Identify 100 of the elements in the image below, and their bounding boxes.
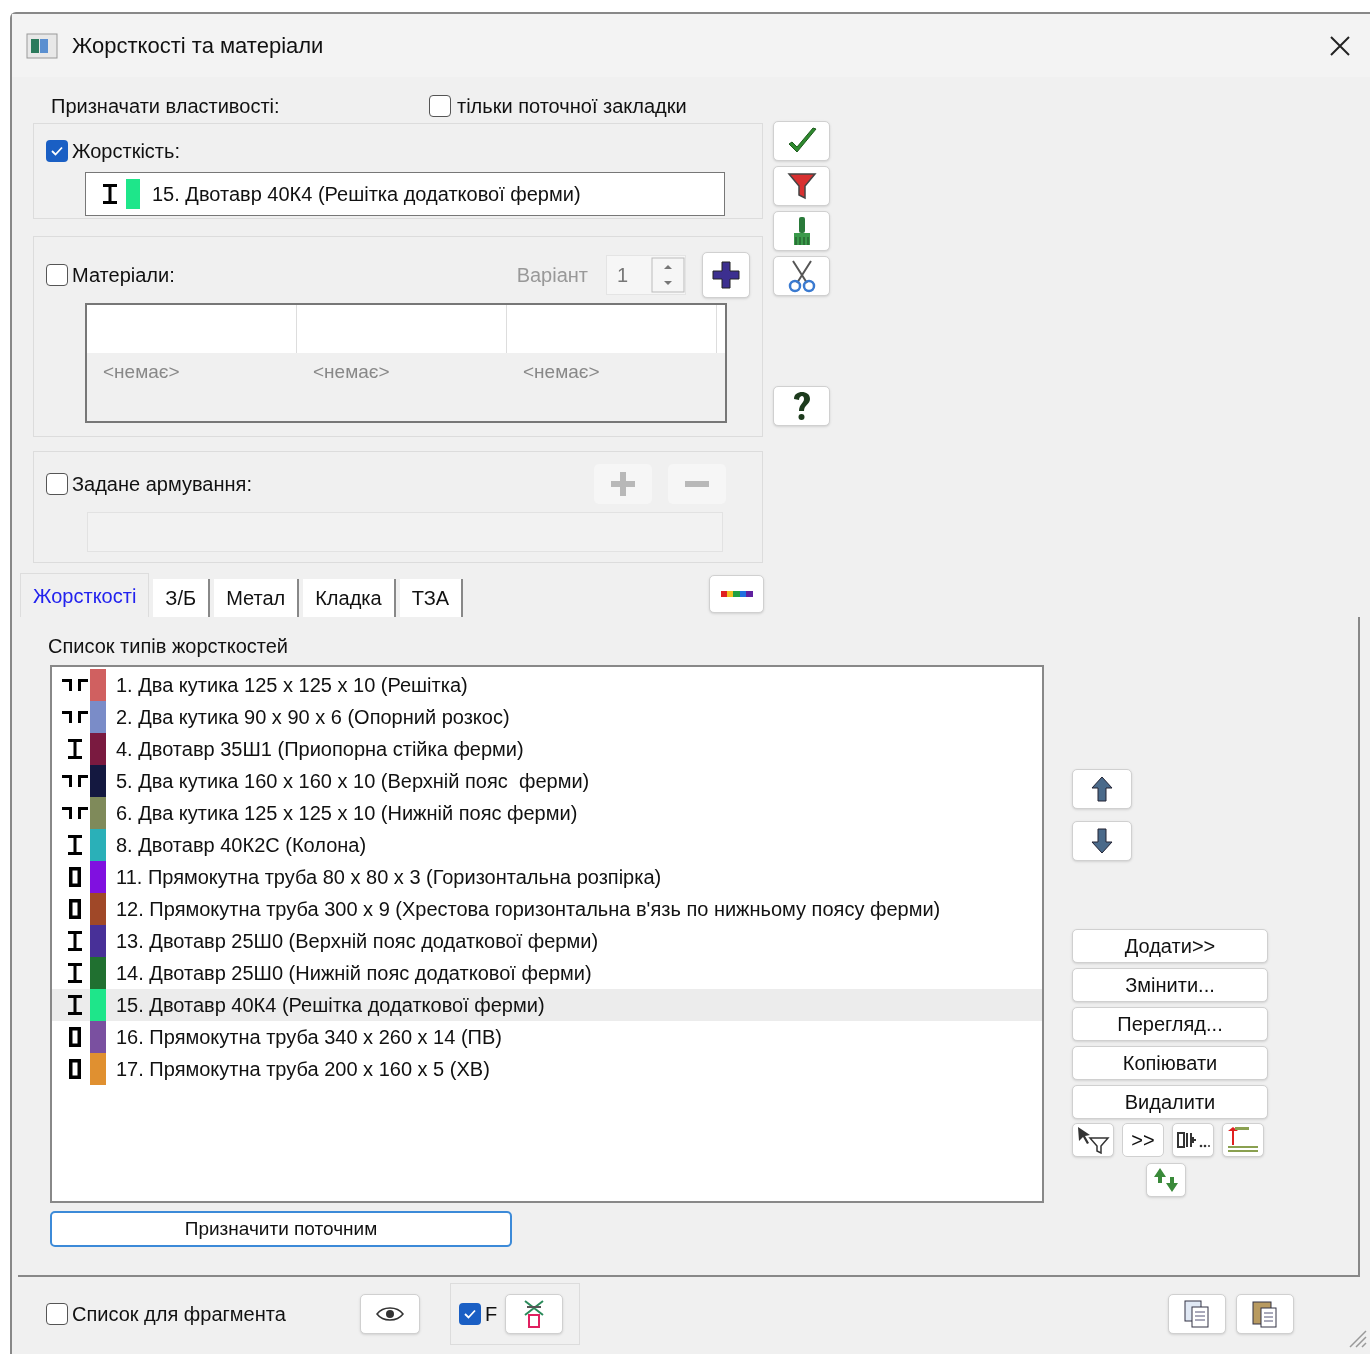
- action-button[interactable]: Перегляд...: [1072, 1007, 1268, 1041]
- checkbox-label: Задане армування:: [72, 472, 252, 497]
- list-item[interactable]: 13. Двотавр 25Ш0 (Верхній пояс додаткової ферми): [52, 925, 1042, 957]
- list-item-text: 8. Двотавр 40К2С (Колона): [116, 833, 367, 858]
- action-button[interactable]: Копіювати: [1072, 1046, 1268, 1080]
- apply-button[interactable]: [773, 121, 830, 161]
- brush-button[interactable]: [773, 211, 830, 251]
- checkbox-label: Жорсткість:: [72, 139, 180, 164]
- list-item[interactable]: 6. Два кутика 125 х 125 х 10 (Нижній пояс ферми): [52, 797, 1042, 829]
- cursor-funnel-icon: [1076, 1126, 1110, 1154]
- plus-icon: [610, 471, 636, 497]
- list-item[interactable]: 2. Два кутика 90 х 90 х 6 (Опорний розкос): [52, 701, 1042, 733]
- arrow-lines-icon: [1227, 1125, 1259, 1155]
- list-item[interactable]: 8. Двотавр 40К2С (Колона): [52, 829, 1042, 861]
- stiffness-field[interactable]: 15. Двотавр 40К4 (Решітка додаткової ферми): [85, 172, 725, 216]
- list-item-text: 5. Два кутика 160 х 160 х 10 (Верхній пояс ферми): [116, 769, 590, 794]
- list-item[interactable]: 1. Два кутика 125 х 125 х 10 (Решітка): [52, 669, 1042, 701]
- scissors-button[interactable]: [773, 256, 830, 296]
- color-legend-button[interactable]: [709, 575, 765, 613]
- copy-documents-icon: [1183, 1299, 1211, 1329]
- checkbox[interactable]: [429, 95, 451, 117]
- action-button[interactable]: Видалити: [1072, 1085, 1268, 1119]
- rectangular-tube-icon: [68, 1026, 82, 1048]
- list-item[interactable]: 12. Прямокутна труба 300 х 9 (Хрестова горизонтальна в'язь по нижньому поясу ферми): [52, 893, 1042, 925]
- add-material-button[interactable]: [702, 252, 750, 298]
- checkbox[interactable]: [459, 1303, 481, 1325]
- rectangular-tube-icon: [68, 898, 82, 920]
- paste-button[interactable]: [1236, 1294, 1294, 1334]
- checkbox[interactable]: [46, 264, 68, 286]
- action-button[interactable]: Додати>>: [1072, 929, 1268, 963]
- tab[interactable]: Жорсткості: [20, 573, 150, 617]
- tab[interactable]: З/Б: [153, 579, 211, 617]
- action-button[interactable]: Змінити...: [1072, 968, 1268, 1002]
- table-cell-text: <немає>: [312, 359, 391, 384]
- i-beam-icon: [67, 738, 83, 760]
- checkmark-icon: [463, 1307, 477, 1321]
- field-value: 15. Двотавр 40К4 (Решітка додаткової ферми): [152, 182, 581, 207]
- list-item-text: 12. Прямокутна труба 300 х 9 (Хрестова горизонтальна в'язь по нижньому поясу ферми): [116, 897, 941, 922]
- rectangular-tube-icon: [68, 866, 82, 888]
- filter-button[interactable]: [773, 166, 830, 206]
- plus-icon: [711, 260, 741, 290]
- refresh-button[interactable]: [1146, 1163, 1186, 1197]
- list-item[interactable]: 4. Двотавр 35Ш1 (Приопорна стійка ферми): [52, 733, 1042, 765]
- list-item-text: 1. Два кутика 125 х 125 х 10 (Решітка): [116, 673, 468, 698]
- list-item[interactable]: 5. Два кутика 160 х 160 х 10 (Верхній пояс ферми): [52, 765, 1042, 797]
- more-button[interactable]: >>: [1122, 1123, 1164, 1157]
- rainbow-bar-icon: [720, 591, 753, 597]
- eye-icon: [376, 1305, 404, 1323]
- list-item[interactable]: 11. Прямокутна труба 80 х 80 х 3 (Горизонтальна розпірка): [52, 861, 1042, 893]
- list-item-text: 2. Два кутика 90 х 90 х 6 (Опорний розкос): [116, 705, 510, 730]
- raise-level-button[interactable]: [1222, 1123, 1264, 1157]
- list-title: Список типів жорсткостей: [48, 634, 289, 659]
- checkbox-label: F: [485, 1302, 498, 1327]
- checkbox[interactable]: [46, 473, 68, 495]
- select-filter-button[interactable]: [1072, 1123, 1114, 1157]
- list-item[interactable]: 16. Прямокутна труба 340 х 260 х 14 (ПВ): [52, 1021, 1042, 1053]
- double-angle-icon: [61, 804, 89, 822]
- list-item-text: 13. Двотавр 25Ш0 (Верхній пояс додаткової ферми): [116, 929, 599, 954]
- checkbox-label: Список для фрагмента: [72, 1302, 287, 1327]
- checkbox-label: тільки поточної закладки: [457, 94, 687, 119]
- list-item[interactable]: 15. Двотавр 40К4 (Решітка додаткової ферми): [52, 989, 1042, 1021]
- list-item-text: 14. Двотавр 25Ш0 (Нижній пояс додаткової ферми): [116, 961, 592, 986]
- tab[interactable]: Метал: [214, 579, 300, 617]
- i-beam-icon: [67, 962, 83, 984]
- table-cell-text: <немає>: [102, 359, 181, 384]
- numbering-icon: [1176, 1131, 1210, 1149]
- double-angle-icon: [61, 708, 89, 726]
- fragment-button[interactable]: [505, 1294, 564, 1334]
- i-beam-icon: [67, 834, 83, 856]
- checkmark-icon: [50, 144, 64, 158]
- assign-current-button[interactable]: Призначити поточним: [50, 1211, 512, 1247]
- tab[interactable]: Кладка: [303, 579, 396, 617]
- variant-label: Варіант: [516, 263, 588, 288]
- i-beam-icon: [67, 994, 83, 1016]
- variant-spinner[interactable]: 1: [606, 255, 686, 295]
- paste-documents-icon: [1251, 1299, 1279, 1329]
- copy-button[interactable]: [1168, 1294, 1226, 1334]
- minus-icon: [684, 480, 710, 488]
- list-item[interactable]: 14. Двотавр 25Ш0 (Нижній пояс додаткової ферми): [52, 957, 1042, 989]
- close-icon: [1329, 34, 1351, 57]
- assign-properties-label: Призначати властивості:: [51, 94, 281, 119]
- list-item-text: 4. Двотавр 35Ш1 (Приопорна стійка ферми): [116, 737, 524, 762]
- list-item-text: 15. Двотавр 40К4 (Решітка додаткової ферми): [116, 993, 545, 1018]
- help-button[interactable]: [773, 386, 830, 426]
- list-item-text: 16. Прямокутна труба 340 х 260 х 14 (ПВ): [116, 1025, 502, 1050]
- rectangular-tube-icon: [68, 1058, 82, 1080]
- move-down-button[interactable]: [1072, 821, 1132, 861]
- list-item-text: 11. Прямокутна труба 80 х 80 х 3 (Горизонтальна розпірка): [116, 865, 662, 890]
- move-up-button[interactable]: [1072, 769, 1132, 809]
- funnel-icon: [786, 171, 817, 201]
- list-item[interactable]: 17. Прямокутна труба 200 х 160 х 5 (ХВ): [52, 1053, 1042, 1085]
- numbering-button[interactable]: [1172, 1123, 1214, 1157]
- window-icon: [26, 32, 58, 59]
- view-button[interactable]: [360, 1294, 420, 1334]
- checkbox[interactable]: [46, 1303, 68, 1325]
- tab[interactable]: ТЗА: [399, 579, 464, 617]
- checkbox[interactable]: [46, 140, 68, 162]
- scissors-icon: [786, 259, 817, 293]
- window-title: Жорсткості та матеріали: [72, 32, 324, 60]
- spinner-value: 1: [616, 263, 630, 288]
